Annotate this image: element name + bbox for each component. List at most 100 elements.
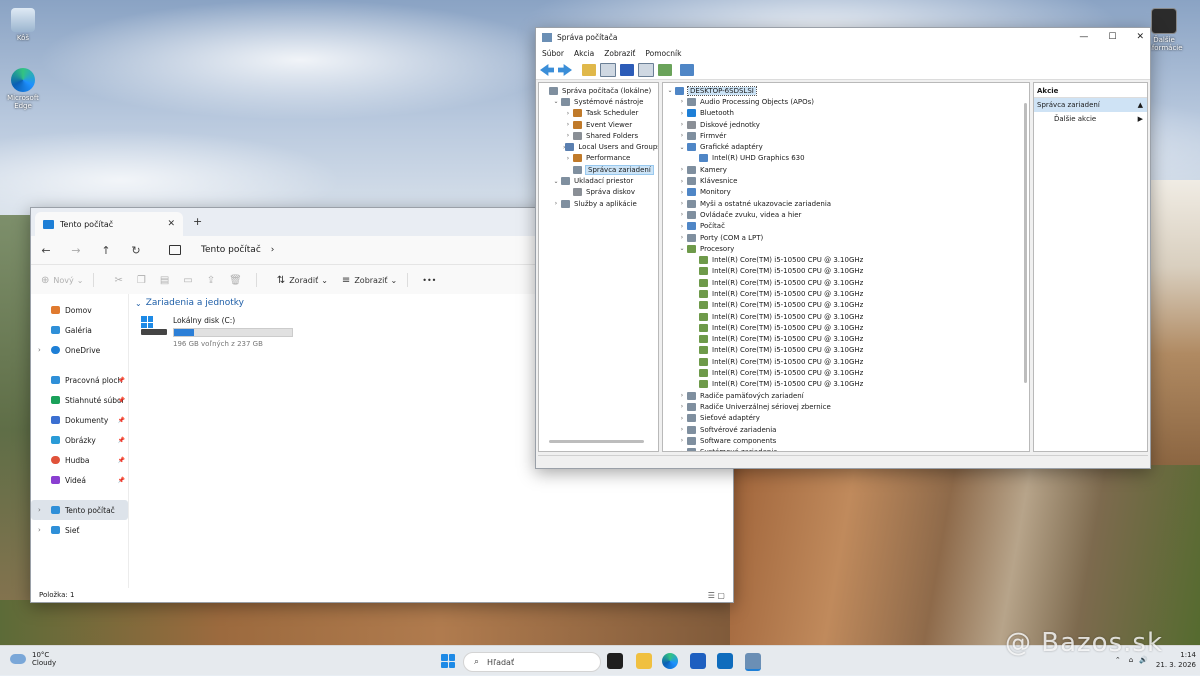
tree-node[interactable]: Intel(R) Core(TM) i5-10500 CPU @ 3.10GHz: [663, 288, 1029, 299]
tree-node[interactable]: › Local Users and Groups: [539, 141, 658, 152]
tree-node[interactable]: › Event Viewer: [539, 119, 658, 130]
sidebar-item-desktop[interactable]: Pracovná ploch 📌: [31, 370, 128, 390]
more-actions-item[interactable]: Ďalšie akcie ▶: [1034, 112, 1147, 126]
desktop-icon-recycle-bin[interactable]: Kôš: [1, 8, 45, 42]
chevron-right-icon[interactable]: ›: [563, 121, 573, 128]
tree-node[interactable]: › Radiče pamäťových zariadení: [663, 390, 1029, 401]
chevron-right-icon[interactable]: ›: [677, 121, 687, 128]
chevron-right-icon[interactable]: ›: [677, 189, 687, 196]
chevron-down-icon[interactable]: ⌄: [677, 245, 687, 252]
tree-node[interactable]: › Audio Processing Objects (APOs): [663, 96, 1029, 107]
tree-node[interactable]: Intel(R) Core(TM) i5-10500 CPU @ 3.10GHz: [663, 277, 1029, 288]
chevron-right-icon[interactable]: ›: [677, 437, 687, 444]
tree-node[interactable]: › Ovládače zvuku, videa a hier: [663, 209, 1029, 220]
vertical-scrollbar[interactable]: [1024, 103, 1027, 383]
tree-node[interactable]: › Monitory: [663, 187, 1029, 198]
more-button[interactable]: •••: [422, 276, 436, 285]
outlook-icon[interactable]: [717, 653, 733, 669]
search-box[interactable]: ⌕ Hľadať: [463, 652, 601, 672]
chevron-right-icon[interactable]: ›: [563, 155, 573, 162]
computer-management-taskbar-icon[interactable]: [745, 653, 761, 671]
copy-button[interactable]: ❐: [137, 275, 150, 286]
tree-node[interactable]: › Sieťové adaptéry: [663, 413, 1029, 424]
menu-view[interactable]: Zobraziť: [604, 49, 635, 58]
tree-node[interactable]: ⌄ Grafické adaptéry: [663, 141, 1029, 152]
delete-button[interactable]: 🗑: [229, 275, 246, 286]
tree-node[interactable]: › Task Scheduler: [539, 108, 658, 119]
tree-node[interactable]: Intel(R) Core(TM) i5-10500 CPU @ 3.10GHz: [663, 300, 1029, 311]
tree-node[interactable]: › Počítač: [663, 221, 1029, 232]
sidebar-item-gallery[interactable]: Galéria: [31, 320, 128, 340]
close-tab-icon[interactable]: ✕: [167, 219, 175, 229]
sidebar-item-music[interactable]: Hudba 📌: [31, 450, 128, 470]
store-icon[interactable]: [690, 653, 706, 669]
menu-file[interactable]: Súbor: [542, 49, 564, 58]
chevron-down-icon[interactable]: ⌄: [677, 144, 687, 151]
tree-node[interactable]: › Softvérové zariadenia: [663, 424, 1029, 435]
actions-section-device-manager[interactable]: Správca zariadení ▲: [1034, 98, 1147, 112]
tree-node[interactable]: › Radiče Univerzálnej sériovej zbernice: [663, 401, 1029, 412]
start-button[interactable]: [441, 654, 455, 668]
refresh-icon[interactable]: [658, 64, 672, 76]
chevron-right-icon[interactable]: ›: [677, 403, 687, 410]
tree-node[interactable]: Intel(R) UHD Graphics 630: [663, 153, 1029, 164]
tree-node[interactable]: Správa diskov: [539, 187, 658, 198]
chevron-right-icon[interactable]: ›: [677, 166, 687, 173]
task-view-icon[interactable]: [607, 653, 623, 669]
tree-node[interactable]: Intel(R) Core(TM) i5-10500 CPU @ 3.10GHz: [663, 356, 1029, 367]
chevron-right-icon[interactable]: ›: [677, 392, 687, 399]
tree-node[interactable]: ⌄ Ukladací priestor: [539, 175, 658, 186]
tree-node[interactable]: Intel(R) Core(TM) i5-10500 CPU @ 3.10GHz: [663, 254, 1029, 265]
chevron-right-icon[interactable]: ›: [38, 346, 41, 354]
chevron-right-icon[interactable]: ›: [563, 132, 573, 139]
tree-node[interactable]: Správa počítača (lokálne): [539, 85, 658, 96]
back-arrow-icon[interactable]: [540, 64, 554, 76]
horizontal-scrollbar[interactable]: [549, 440, 644, 443]
chevron-down-icon[interactable]: ⌄: [551, 178, 561, 185]
refresh-button[interactable]: ↻: [121, 244, 151, 257]
monitor-icon[interactable]: [680, 64, 694, 76]
paste-button[interactable]: ▤: [160, 275, 173, 286]
new-button[interactable]: ⊕ Nový ⌄: [41, 275, 83, 286]
show-hide-tree-icon[interactable]: [600, 63, 616, 77]
chevron-right-icon[interactable]: ›: [677, 211, 687, 218]
tree-node[interactable]: › Software components: [663, 435, 1029, 446]
chevron-right-icon[interactable]: ›: [563, 110, 573, 117]
tree-node[interactable]: Intel(R) Core(TM) i5-10500 CPU @ 3.10GHz: [663, 311, 1029, 322]
tree-node[interactable]: › Systémové zariadenia: [663, 447, 1029, 451]
tree-node[interactable]: Intel(R) Core(TM) i5-10500 CPU @ 3.10GHz: [663, 345, 1029, 356]
maximize-button[interactable]: ☐: [1108, 32, 1116, 42]
tree-node[interactable]: › Služby a aplikácie: [539, 198, 658, 209]
file-explorer-taskbar-icon[interactable]: [636, 653, 652, 669]
desktop-icon-edge[interactable]: Microsoft Edge: [1, 68, 45, 110]
sidebar-item-network[interactable]: › Sieť: [31, 520, 128, 540]
tree-node[interactable]: › Bluetooth: [663, 108, 1029, 119]
weather-widget[interactable]: 10°C Cloudy: [10, 651, 56, 667]
up-button[interactable]: ↑: [91, 244, 121, 257]
sidebar-item-pictures[interactable]: Obrázky 📌: [31, 430, 128, 450]
sidebar-item-this-pc[interactable]: › Tento počítač: [31, 500, 128, 520]
chevron-right-icon[interactable]: ›: [38, 506, 41, 514]
view-button[interactable]: ≡ Zobraziť ⌄: [342, 275, 397, 286]
up-folder-icon[interactable]: [582, 64, 596, 76]
tree-node[interactable]: Intel(R) Core(TM) i5-10500 CPU @ 3.10GHz: [663, 334, 1029, 345]
properties-icon[interactable]: [638, 63, 654, 77]
tree-node[interactable]: › Myši a ostatné ukazovacie zariadenia: [663, 198, 1029, 209]
chevron-right-icon[interactable]: ›: [677, 200, 687, 207]
menu-action[interactable]: Akcia: [574, 49, 594, 58]
share-button[interactable]: ⇪: [207, 275, 219, 286]
new-tab-button[interactable]: +: [193, 215, 202, 228]
chevron-right-icon[interactable]: ›: [677, 449, 687, 451]
sidebar-item-home[interactable]: Domov: [31, 300, 128, 320]
view-toggle-icons[interactable]: ☰ ▢: [708, 591, 725, 600]
chevron-right-icon[interactable]: ›: [677, 98, 687, 105]
tree-node[interactable]: › Kamery: [663, 164, 1029, 175]
help-icon[interactable]: [620, 64, 634, 76]
rename-button[interactable]: ▭: [183, 275, 196, 286]
tree-node[interactable]: ⌄ Procesory: [663, 243, 1029, 254]
tree-node[interactable]: › Performance: [539, 153, 658, 164]
edge-taskbar-icon[interactable]: [662, 653, 678, 669]
back-button[interactable]: ←: [31, 244, 61, 257]
chevron-right-icon[interactable]: ›: [677, 223, 687, 230]
sidebar-item-onedrive[interactable]: › OneDrive: [31, 340, 128, 360]
